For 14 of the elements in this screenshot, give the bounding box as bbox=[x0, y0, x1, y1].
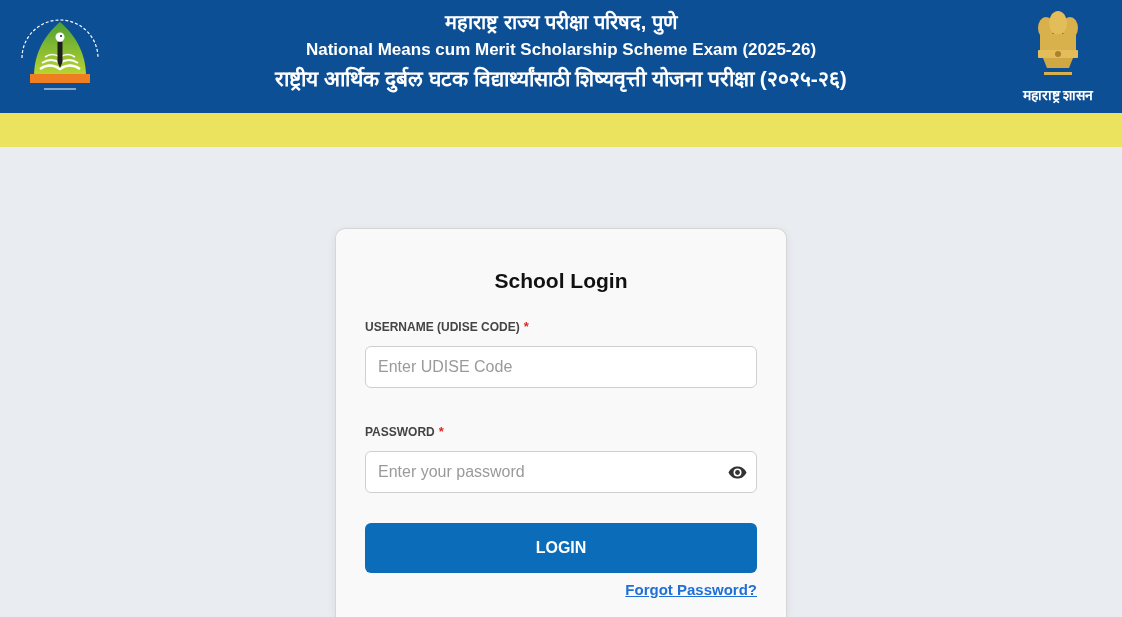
forgot-password-link[interactable]: Forgot Password? bbox=[625, 581, 757, 599]
eye-icon[interactable] bbox=[728, 466, 747, 479]
council-name: महाराष्ट्र राज्य परीक्षा परिषद, पुणे bbox=[445, 9, 677, 36]
password-field[interactable]: Enter your password bbox=[365, 451, 757, 493]
exam-title-marathi: राष्ट्रीय आर्थिक दुर्बल घटक विद्यार्थ्यांसाठी शिष्यवृत्ती योजना परीक्षा (२०२५-२६) bbox=[275, 64, 847, 94]
login-button[interactable]: LOGIN bbox=[365, 523, 757, 573]
field-label: USERNAME (UDISE CODE) bbox=[365, 320, 520, 334]
required-asterisk: * bbox=[523, 320, 529, 334]
required-asterisk: * bbox=[438, 425, 444, 439]
exam-title: National Means cum Merit Scholarship Scheme Exam (2025-26) bbox=[305, 39, 817, 61]
government-caption: महाराष्ट्र शासन bbox=[1022, 86, 1094, 104]
field-label: PASSWORD bbox=[365, 425, 435, 439]
udise-code-field[interactable]: Enter UDISE Code bbox=[365, 346, 757, 388]
login-title: School Login bbox=[493, 268, 629, 294]
